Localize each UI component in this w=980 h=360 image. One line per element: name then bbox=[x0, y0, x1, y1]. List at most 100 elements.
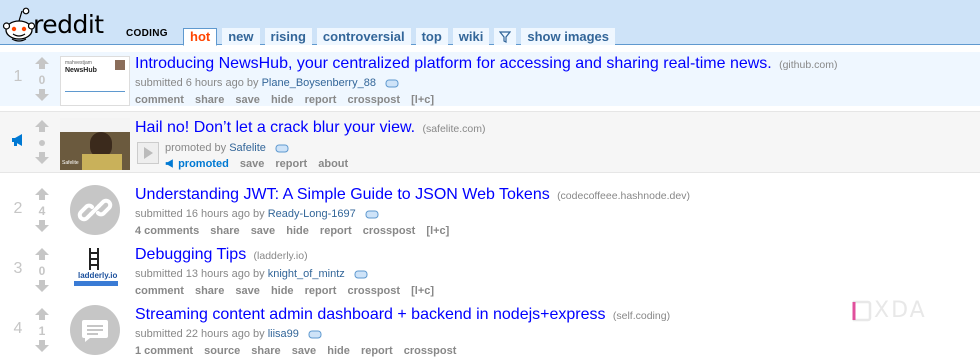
post-thumbnail[interactable]: ladderly.io bbox=[60, 246, 130, 292]
tab-menu: hot new rising controversial top wiki sh… bbox=[183, 28, 616, 46]
tab-top[interactable]: top bbox=[415, 28, 448, 45]
post-domain[interactable]: (safelite.com) bbox=[422, 123, 485, 135]
post-author-link[interactable]: Ready-Long-1697 bbox=[268, 208, 356, 220]
report-button[interactable]: report bbox=[275, 158, 307, 170]
share-button[interactable]: share bbox=[195, 285, 224, 297]
reddit-alien-logo-icon[interactable] bbox=[2, 4, 36, 44]
promoted-post-row: Safelite Hail no! Don’t let a crack blur… bbox=[0, 111, 980, 173]
post-domain[interactable]: (ladderly.io) bbox=[254, 250, 308, 262]
hide-button[interactable]: hide bbox=[271, 285, 294, 297]
thumbnail-heading: NewsHub bbox=[65, 67, 97, 74]
message-author-icon[interactable] bbox=[385, 79, 399, 88]
hide-button[interactable]: hide bbox=[327, 345, 350, 357]
self-post-thumbnail-icon[interactable] bbox=[70, 305, 120, 355]
report-button[interactable]: report bbox=[361, 345, 393, 357]
ad-thumbnail[interactable]: Safelite bbox=[60, 118, 130, 170]
post-title-link[interactable]: Understanding JWT: A Simple Guide to JSO… bbox=[135, 186, 550, 203]
thumbnail-top-strip bbox=[60, 118, 130, 132]
message-author-icon[interactable] bbox=[308, 330, 322, 339]
lc-button[interactable]: [l+c] bbox=[411, 94, 434, 106]
lc-button[interactable]: [l+c] bbox=[411, 285, 434, 297]
post-author-link[interactable]: liisa99 bbox=[268, 328, 299, 340]
tab-new[interactable]: new bbox=[222, 28, 260, 45]
post-entry: Debugging Tips (ladderly.io) submitted 1… bbox=[135, 245, 980, 298]
crosspost-button[interactable]: crosspost bbox=[363, 225, 416, 237]
downvote-arrow-icon[interactable] bbox=[34, 88, 50, 102]
post-domain[interactable]: (github.com) bbox=[779, 59, 837, 71]
source-button[interactable]: source bbox=[204, 345, 240, 357]
post-rank: 4 bbox=[13, 320, 23, 337]
save-button[interactable]: save bbox=[240, 158, 264, 170]
post-row: 4 1 Streaming content admin dashboard + … bbox=[0, 302, 980, 360]
promoted-label: promoted bbox=[178, 158, 229, 170]
downvote-arrow-icon[interactable] bbox=[34, 279, 50, 293]
post-domain[interactable]: (self.coding) bbox=[613, 310, 670, 322]
reddit-wordmark[interactable]: reddit bbox=[33, 11, 104, 39]
save-button[interactable]: save bbox=[292, 345, 316, 357]
post-entry: Understanding JWT: A Simple Guide to JSO… bbox=[135, 185, 980, 238]
upvote-arrow-icon[interactable] bbox=[34, 307, 50, 321]
save-button[interactable]: save bbox=[235, 94, 259, 106]
post-rank: 1 bbox=[13, 68, 23, 85]
comments-button[interactable]: comment bbox=[135, 285, 184, 297]
message-author-icon[interactable] bbox=[354, 270, 368, 279]
message-author-icon[interactable] bbox=[365, 210, 379, 219]
post-tagline: submitted 22 hours ago by liisa99 bbox=[135, 327, 980, 341]
crosspost-button[interactable]: crosspost bbox=[347, 94, 400, 106]
lc-button[interactable]: [l+c] bbox=[426, 225, 449, 237]
upvote-arrow-icon[interactable] bbox=[34, 56, 50, 70]
share-button[interactable]: share bbox=[210, 225, 239, 237]
tagline-prefix: submitted 16 hours ago by bbox=[135, 208, 265, 220]
share-button[interactable]: share bbox=[195, 94, 224, 106]
save-button[interactable]: save bbox=[235, 285, 259, 297]
tab-filter[interactable] bbox=[494, 28, 517, 45]
post-author-link[interactable]: Safelite bbox=[229, 142, 266, 154]
tagline-prefix: submitted 22 hours ago by bbox=[135, 328, 265, 340]
post-title-link[interactable]: Hail no! Don’t let a crack blur your vie… bbox=[135, 119, 415, 136]
tab-controversial[interactable]: controversial bbox=[316, 28, 411, 45]
post-score: 0 bbox=[38, 264, 46, 278]
post-score: 1 bbox=[38, 324, 46, 338]
post-title-link[interactable]: Introducing NewsHub, your centralized pl… bbox=[135, 55, 772, 72]
tab-show-images[interactable]: show images bbox=[521, 28, 616, 45]
expand-video-icon[interactable] bbox=[137, 142, 159, 164]
report-button[interactable]: report bbox=[320, 225, 352, 237]
tagline-prefix: submitted 6 hours ago by bbox=[135, 77, 259, 89]
thumbnail-banner bbox=[74, 281, 118, 286]
comments-button[interactable]: 4 comments bbox=[135, 225, 199, 237]
hide-button[interactable]: hide bbox=[286, 225, 309, 237]
subreddit-name[interactable]: CODING bbox=[126, 28, 168, 39]
report-button[interactable]: report bbox=[305, 285, 337, 297]
tab-rising[interactable]: rising bbox=[264, 28, 312, 45]
downvote-arrow-icon[interactable] bbox=[34, 339, 50, 353]
post-title-link[interactable]: Streaming content admin dashboard + back… bbox=[135, 306, 606, 323]
upvote-arrow-icon[interactable] bbox=[34, 119, 50, 133]
post-row: 3 0 ladderly.io Debugging Tips (ladderly… bbox=[0, 242, 980, 300]
hide-button[interactable]: hide bbox=[271, 94, 294, 106]
report-button[interactable]: report bbox=[305, 94, 337, 106]
crosspost-button[interactable]: crosspost bbox=[404, 345, 457, 357]
post-tagline: submitted 16 hours ago by Ready-Long-169… bbox=[135, 207, 980, 221]
post-thumbnail[interactable]: mahvestjam NewsHub bbox=[60, 56, 130, 106]
downvote-arrow-icon[interactable] bbox=[34, 151, 50, 165]
about-button[interactable]: about bbox=[318, 158, 348, 170]
vote-column bbox=[34, 119, 50, 167]
upvote-arrow-icon[interactable] bbox=[34, 247, 50, 261]
tab-hot[interactable]: hot bbox=[183, 28, 218, 46]
save-button[interactable]: save bbox=[251, 225, 275, 237]
upvote-arrow-icon[interactable] bbox=[34, 187, 50, 201]
comments-button[interactable]: comment bbox=[135, 94, 184, 106]
post-title-link[interactable]: Debugging Tips bbox=[135, 246, 246, 263]
message-author-icon[interactable] bbox=[275, 144, 289, 153]
tab-wiki[interactable]: wiki bbox=[452, 28, 490, 45]
post-domain[interactable]: (codecoffeee.hashnode.dev) bbox=[557, 190, 690, 202]
share-button[interactable]: share bbox=[251, 345, 280, 357]
ladder-logo-icon bbox=[89, 248, 99, 270]
link-thumbnail-icon[interactable] bbox=[70, 185, 120, 235]
comments-button[interactable]: 1 comment bbox=[135, 345, 193, 357]
post-buttons: 4 comments share save hide report crossp… bbox=[135, 224, 980, 238]
downvote-arrow-icon[interactable] bbox=[34, 219, 50, 233]
crosspost-button[interactable]: crosspost bbox=[347, 285, 400, 297]
post-author-link[interactable]: knight_of_mintz bbox=[268, 268, 345, 280]
post-author-link[interactable]: Plane_Boysenberry_88 bbox=[262, 77, 376, 89]
